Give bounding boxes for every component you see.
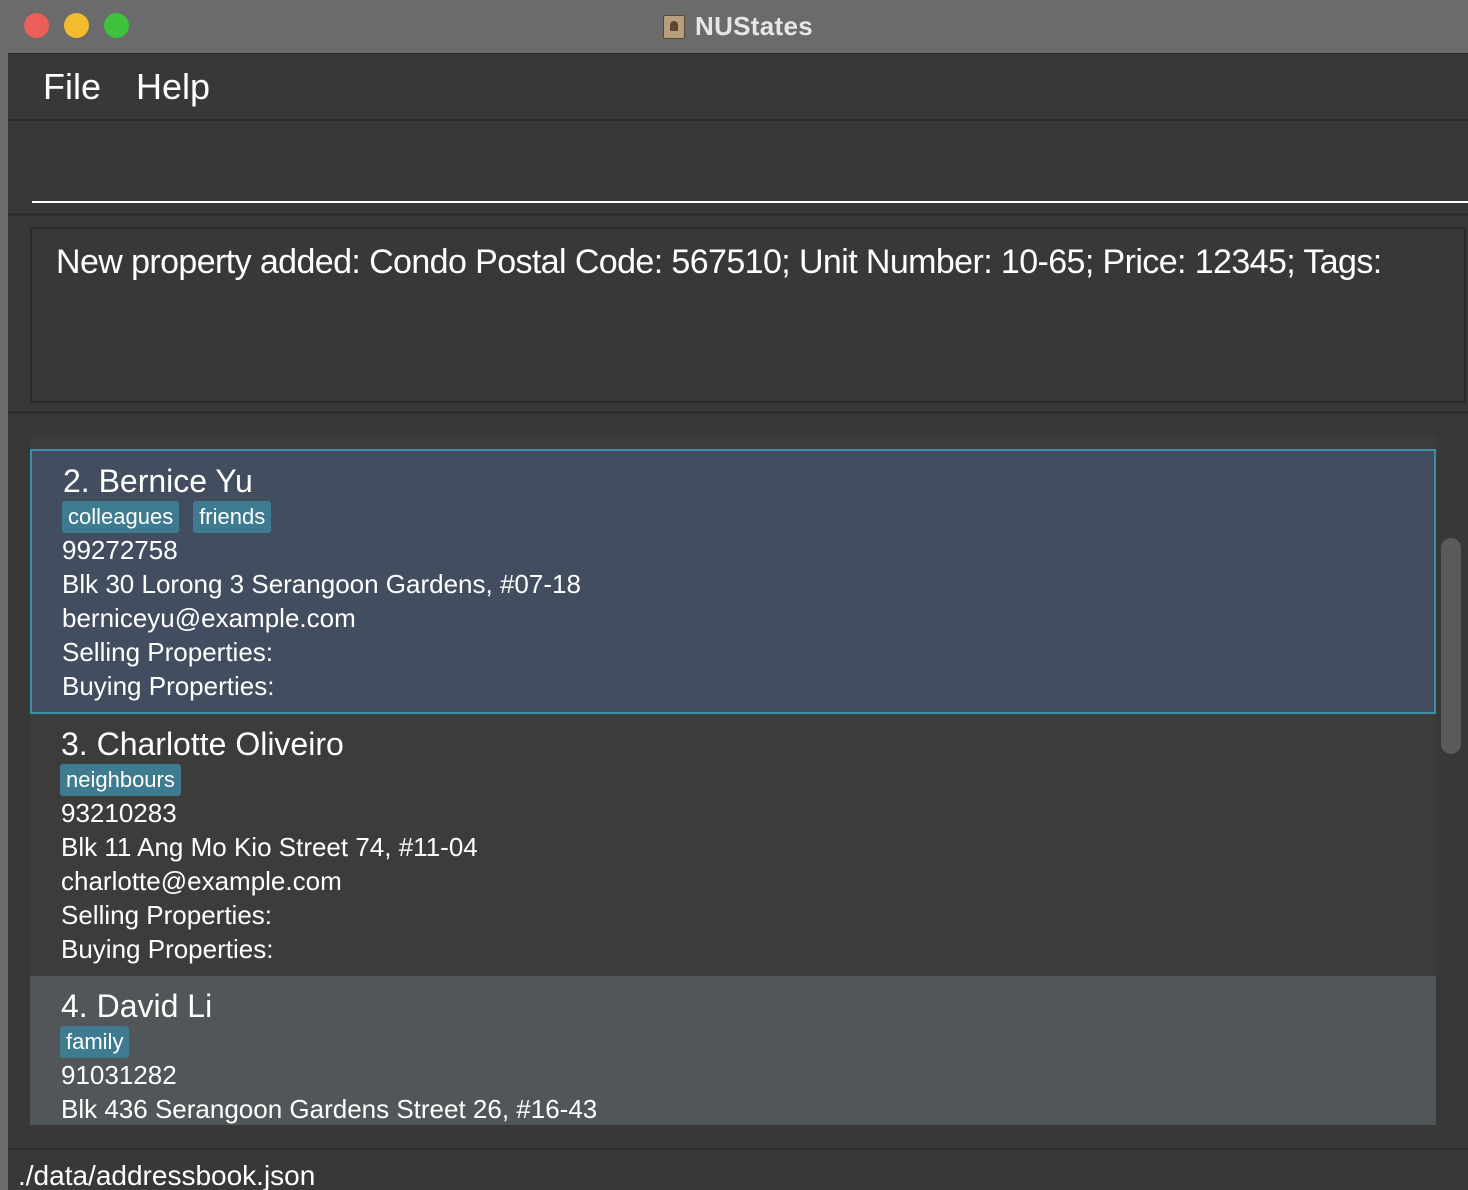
status-bar: ./data/addressbook.json (8, 1148, 1468, 1190)
tag: colleagues (62, 501, 180, 533)
person-email: charlotte@example.com (61, 866, 342, 896)
divider (8, 411, 1468, 414)
person-address: Blk 30 Lorong 3 Serangoon Gardens, #07-1… (62, 569, 581, 599)
title-bar: NUStates (8, 0, 1468, 54)
person-list[interactable]: 2. Bernice Yu colleagues friends 9927275… (30, 436, 1436, 1125)
person-email: berniceyu@example.com (62, 603, 356, 633)
person-phone: 93210283 (61, 798, 177, 828)
list-scrollbar[interactable] (1438, 436, 1468, 1125)
menu-bar: File Help (8, 54, 1468, 121)
buying-properties-label: Buying Properties: (61, 934, 274, 964)
person-name: 2. Bernice Yu (63, 463, 253, 499)
result-display: New property added: Condo Postal Code: 5… (30, 227, 1466, 403)
person-card[interactable]: 3. Charlotte Oliveiro neighbours 9321028… (30, 714, 1436, 976)
command-box (8, 121, 1468, 216)
tag: family (60, 1026, 130, 1058)
tag: friends (193, 501, 272, 533)
person-address: Blk 11 Ang Mo Kio Street 74, #11-04 (61, 832, 478, 862)
selling-properties-label: Selling Properties: (61, 900, 272, 930)
data-file-path: ./data/addressbook.json (18, 1160, 316, 1190)
menu-file[interactable]: File (39, 66, 105, 108)
person-name: 4. David Li (61, 988, 213, 1024)
scrollbar-thumb[interactable] (1441, 538, 1461, 754)
tag-list: neighbours (60, 764, 181, 796)
person-card[interactable]: 4. David Li family 91031282 Blk 436 Sera… (30, 976, 1436, 1125)
menu-help[interactable]: Help (132, 66, 214, 108)
result-message: New property added: Condo Postal Code: 5… (56, 243, 1382, 281)
address-book-icon (663, 14, 685, 39)
buying-properties-label: Buying Properties: (62, 671, 275, 701)
person-phone: 91031282 (61, 1060, 177, 1090)
tag-list: colleagues friends (62, 501, 272, 533)
command-input[interactable] (32, 121, 1468, 203)
person-address: Blk 436 Serangoon Gardens Street 26, #16… (61, 1094, 598, 1124)
app-window: NUStates File Help New property added: C… (8, 0, 1468, 1190)
person-name: 3. Charlotte Oliveiro (61, 726, 344, 762)
selling-properties-label: Selling Properties: (62, 637, 273, 667)
person-card[interactable]: 2. Bernice Yu colleagues friends 9927275… (30, 449, 1436, 714)
window-title: NUStates (695, 11, 813, 41)
person-phone: 99272758 (62, 535, 178, 565)
tag-list: family (60, 1026, 130, 1058)
title-group: NUStates (8, 0, 1468, 53)
tag: neighbours (60, 764, 181, 796)
